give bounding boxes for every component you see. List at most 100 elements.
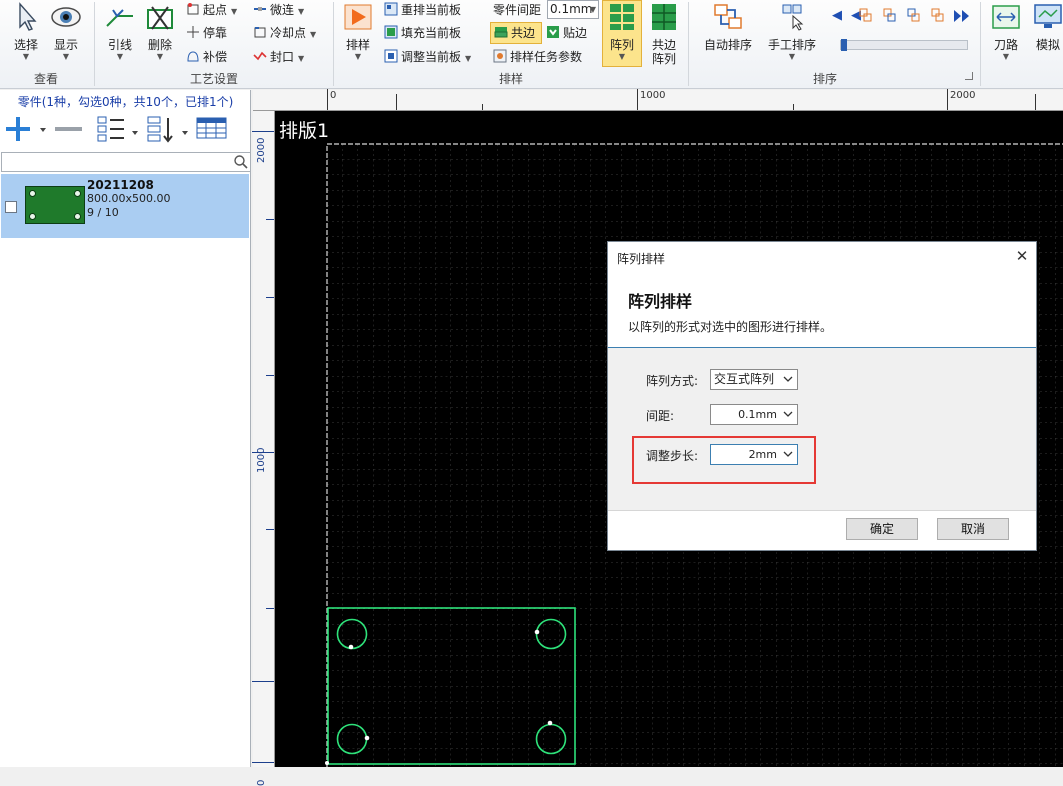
display-button[interactable]: 显示 ▼ xyxy=(48,2,84,62)
part-count: 9 / 10 xyxy=(87,206,119,219)
ok-button[interactable]: 确定 xyxy=(846,518,918,540)
part-spacing-input[interactable]: 0.1mm ▼ xyxy=(547,0,599,19)
simulate-button[interactable]: 模拟 xyxy=(1030,2,1063,52)
compensate-icon xyxy=(187,51,199,62)
add-part-button[interactable] xyxy=(4,114,50,144)
remove-part-button[interactable] xyxy=(54,114,84,144)
ruler-label: 0 xyxy=(256,779,267,786)
sheet-label: 排版1 xyxy=(279,120,330,142)
stop-button[interactable]: 停靠 xyxy=(186,23,227,43)
sort-progress-slider[interactable] xyxy=(840,39,968,51)
delete-button[interactable]: 删除 ▼ xyxy=(142,2,178,62)
stick-edge-icon xyxy=(547,26,559,38)
chevron-down-icon: ▼ xyxy=(298,7,305,16)
sort-step-icons[interactable] xyxy=(856,6,976,26)
part-list-item[interactable]: 20211208 800.00x500.00 9 / 10 xyxy=(1,174,249,238)
array-grid-icon xyxy=(610,4,634,30)
ruler-tick xyxy=(252,762,274,763)
ruler-tick xyxy=(266,529,274,530)
adjust-current-button[interactable]: 调整当前板 ▼ xyxy=(384,47,471,67)
monitor-icon xyxy=(1034,4,1062,28)
ruler-tick xyxy=(327,89,328,110)
micro-joint-button[interactable]: 微连 ▼ xyxy=(253,0,304,20)
plus-icon xyxy=(6,117,30,141)
ruler-tick xyxy=(396,94,397,110)
chevron-down-icon xyxy=(182,131,188,135)
manual-sort-button[interactable]: 手工排序 ▼ xyxy=(764,2,820,62)
slider-thumb[interactable] xyxy=(841,39,847,51)
seal-icon xyxy=(253,51,267,61)
fill-icon xyxy=(384,25,398,39)
ribbon-toolbar: 选择 ▼ 显示 ▼ 查看 引线 ▼ 删除 ▼ 起点 ▼ 停靠 补偿 微连 ▼ 冷… xyxy=(0,0,1063,89)
common-edge-array-button[interactable]: 共边 阵列 xyxy=(646,2,682,66)
cancel-button[interactable]: 取消 xyxy=(937,518,1009,540)
ruler-tick xyxy=(1035,94,1036,110)
close-icon[interactable]: ✕ xyxy=(1014,248,1030,264)
ruler-tick xyxy=(252,131,274,132)
table-icon xyxy=(196,117,227,139)
spacing-input[interactable]: 0.1mm xyxy=(710,404,798,425)
array-mode-select[interactable]: 交互式阵列 xyxy=(710,369,798,390)
start-point-button[interactable]: 起点 ▼ xyxy=(186,0,237,20)
table-view-button[interactable] xyxy=(196,114,228,144)
ruler-label: 2000 xyxy=(950,90,976,101)
chevron-down-icon: ▼ xyxy=(465,54,472,63)
part-thumbnail xyxy=(25,186,85,224)
lead-button[interactable]: 引线 ▼ xyxy=(102,2,138,62)
ruler-label: 2000 xyxy=(256,137,267,163)
select-button[interactable]: 选择 ▼ xyxy=(8,2,44,62)
part-checkbox[interactable] xyxy=(5,201,17,213)
auto-sort-button[interactable]: 自动排序 xyxy=(700,2,756,52)
compensate-button[interactable]: 补偿 xyxy=(186,47,227,67)
array-button[interactable]: 阵列 ▼ xyxy=(604,2,640,62)
search-icon[interactable] xyxy=(234,155,248,169)
chevron-down-icon: ▼ xyxy=(310,30,317,39)
sort-parts-button[interactable] xyxy=(146,114,192,144)
ruler-tick xyxy=(266,608,274,609)
ruler-tick xyxy=(793,104,794,110)
nest-button[interactable]: 排样 ▼ xyxy=(340,2,376,62)
renest-icon xyxy=(384,2,398,16)
lead-point xyxy=(547,720,553,726)
spacing-label: 间距: xyxy=(646,409,675,423)
chevron-down-icon: ▼ xyxy=(231,7,238,16)
chevron-down-icon: ▼ xyxy=(116,52,124,61)
cursor-arrow-icon xyxy=(19,2,37,31)
part-search-box[interactable] xyxy=(1,152,251,172)
delete-icon xyxy=(147,6,173,30)
part-hole xyxy=(29,213,36,220)
group-divider xyxy=(980,2,981,86)
origin-point xyxy=(325,761,329,765)
common-edge-toggle[interactable]: 共边 xyxy=(490,22,542,44)
sort-step-icon xyxy=(859,8,872,22)
ruler-tick xyxy=(266,219,274,220)
list-view-button[interactable] xyxy=(96,114,142,144)
cooling-point-icon xyxy=(254,27,266,38)
start-point-icon xyxy=(187,3,199,15)
group-divider xyxy=(688,2,689,86)
chevron-down-icon xyxy=(783,411,793,417)
fill-current-button[interactable]: 填充当前板 xyxy=(384,23,461,43)
chevron-down-icon: ▼ xyxy=(298,54,305,63)
stick-edge-button[interactable]: 贴边 xyxy=(546,23,587,43)
dialog-launcher-icon[interactable] xyxy=(965,72,973,80)
ruler-tick xyxy=(266,375,274,376)
ruler-left: 2000 1000 0 xyxy=(252,111,275,786)
seal-button[interactable]: 封口 ▼ xyxy=(253,47,304,67)
group-divider xyxy=(333,2,334,86)
parts-summary: 零件(1种，勾选0种，共10个，已排1个) xyxy=(17,95,234,109)
part-name: 20211208 xyxy=(87,178,154,192)
sort-step-icon xyxy=(883,8,896,22)
parts-panel: 零件(1种，勾选0种，共10个，已排1个) 20211208 800.00x50… xyxy=(0,90,251,767)
renest-current-button[interactable]: 重排当前板 xyxy=(384,0,461,20)
part-size: 800.00x500.00 xyxy=(87,192,171,205)
group-divider xyxy=(94,2,95,86)
tool-path-icon xyxy=(992,5,1020,29)
ruler-label: 0 xyxy=(330,90,337,101)
tool-path-button[interactable]: 刀路 ▼ xyxy=(988,2,1024,62)
chevron-down-icon: ▼ xyxy=(589,5,596,14)
cooling-point-button[interactable]: 冷却点 ▼ xyxy=(253,23,316,43)
task-params-button[interactable]: 排样任务参数 xyxy=(493,47,582,67)
ruler-top: 0 1000 2000 xyxy=(253,89,1063,111)
part-search-input[interactable] xyxy=(2,153,222,171)
